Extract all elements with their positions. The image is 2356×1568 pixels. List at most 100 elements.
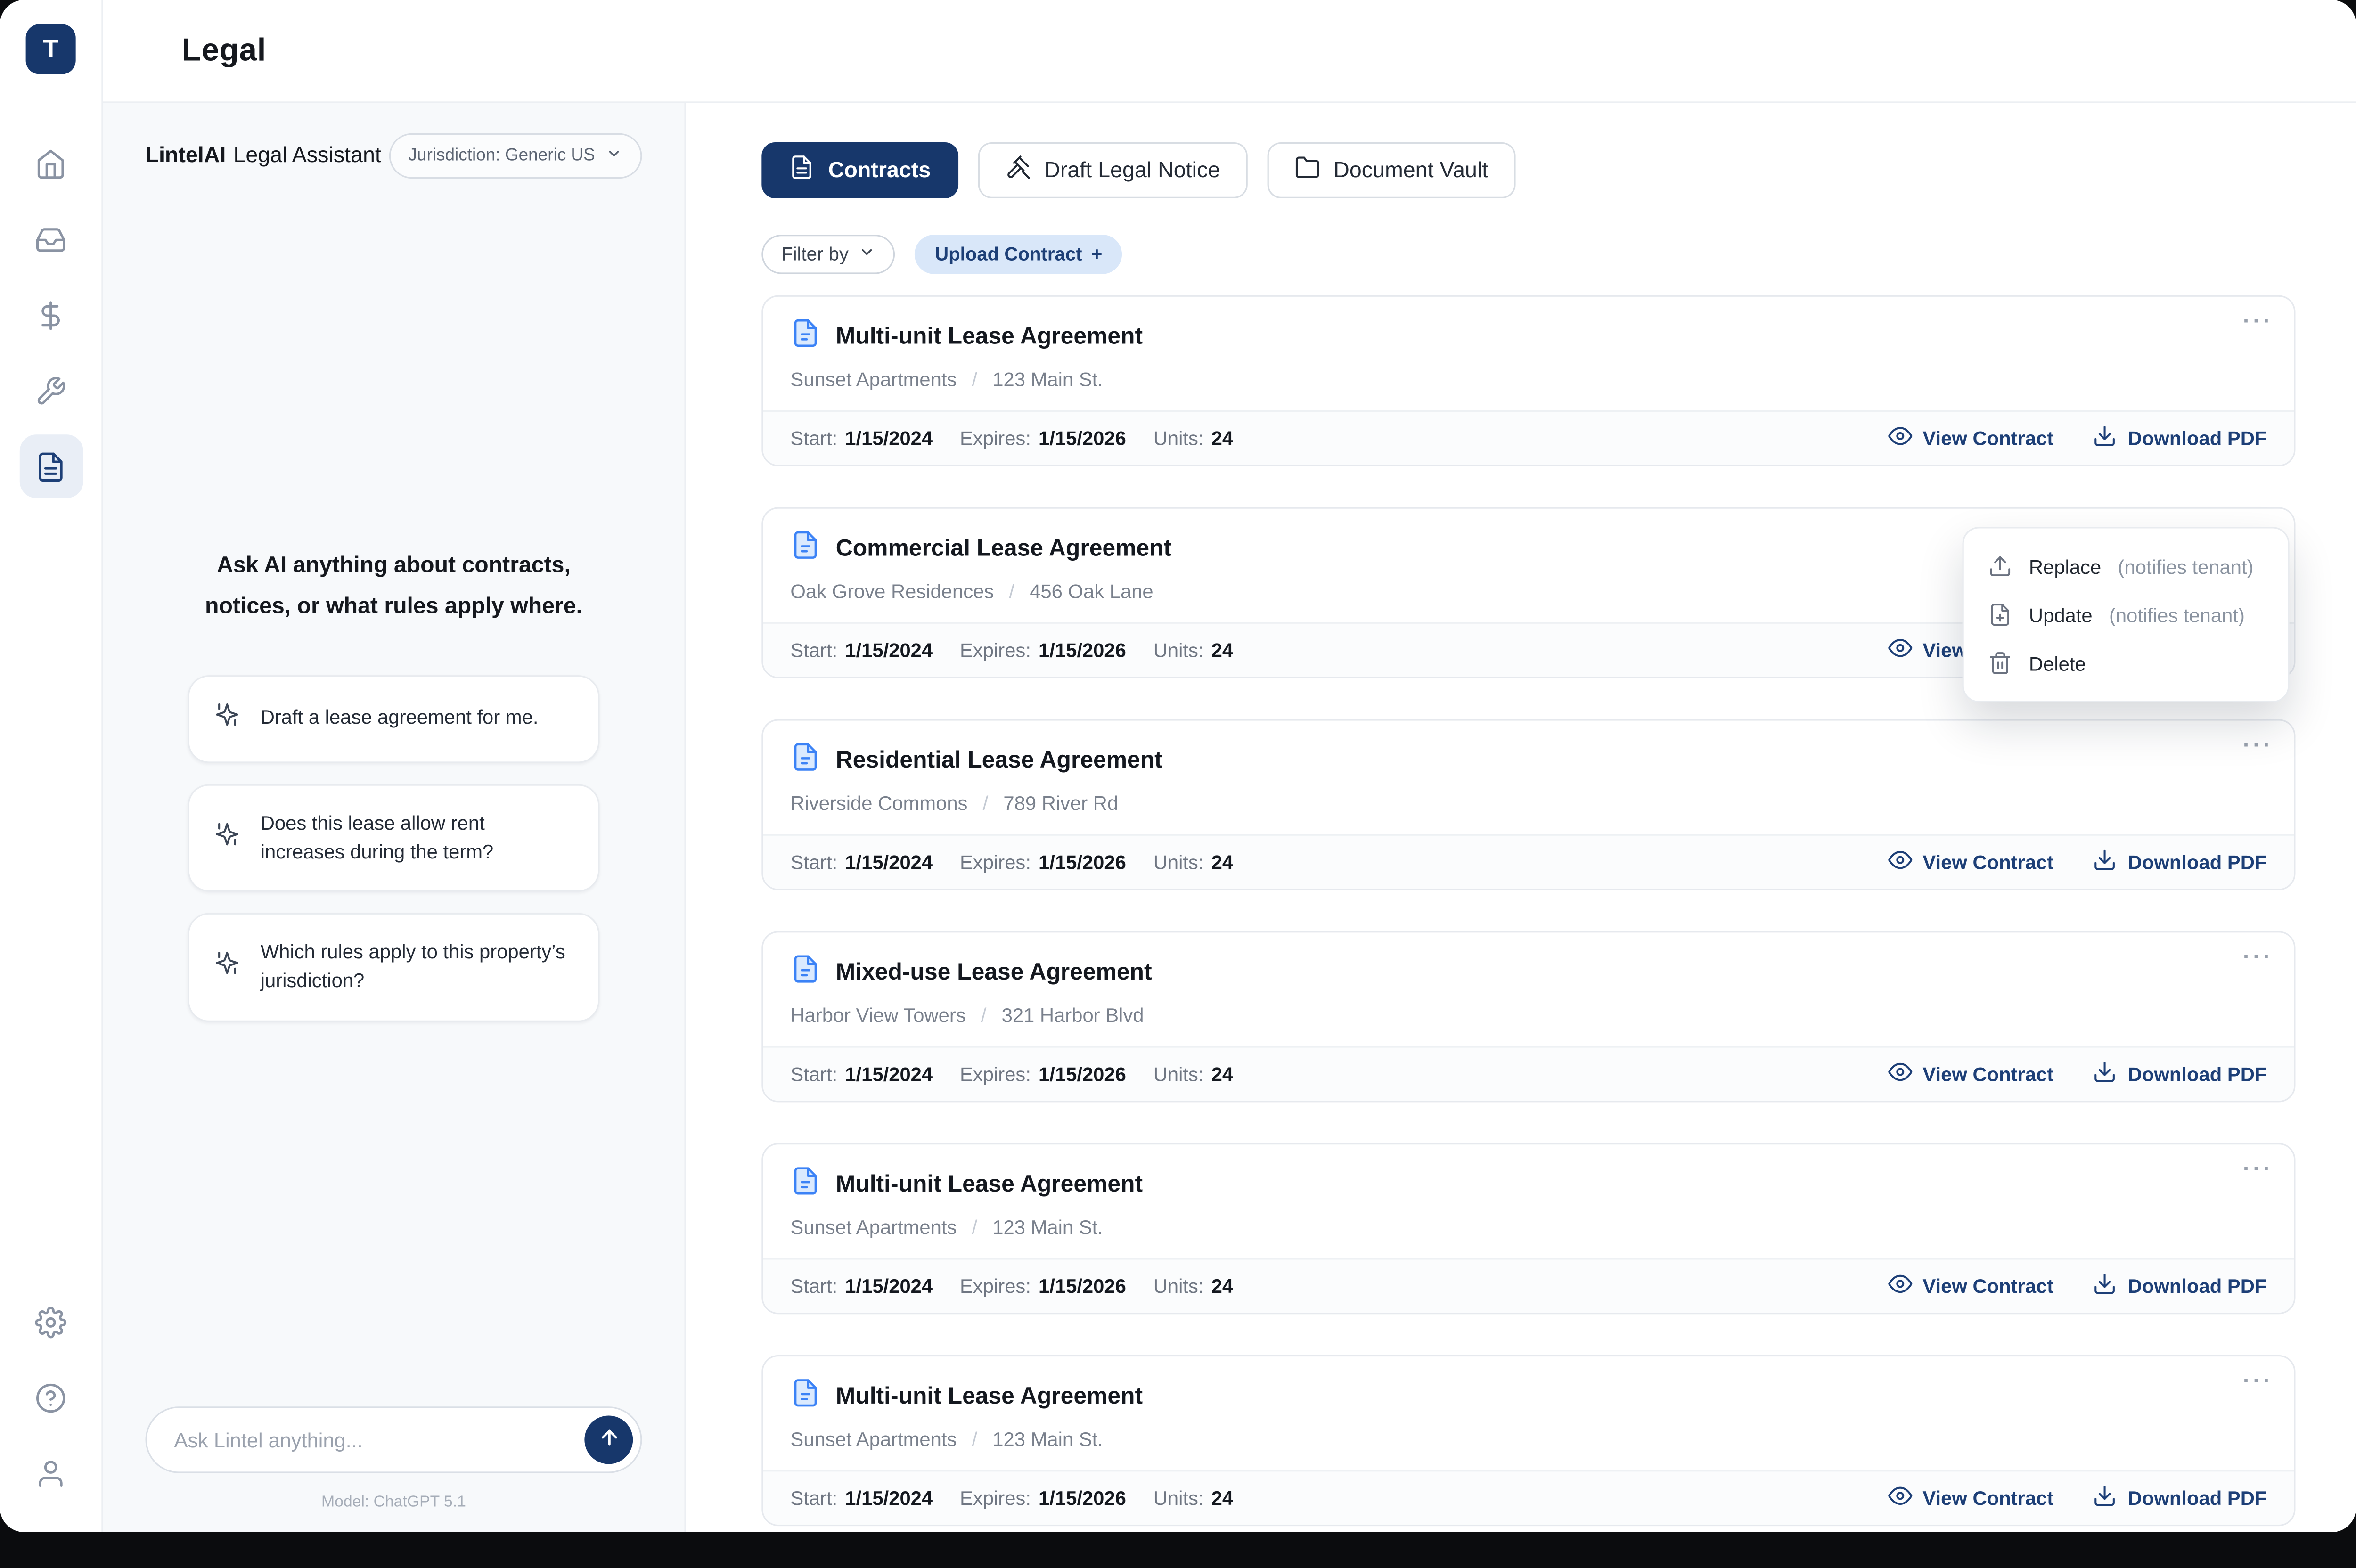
file-icon — [790, 742, 820, 780]
start-value: 1/15/2024 — [845, 1487, 933, 1510]
filter-by-dropdown[interactable]: Filter by — [761, 235, 895, 274]
contract-icon — [789, 155, 815, 186]
suggestion-card[interactable]: Does this lease allow rent increases dur… — [188, 784, 599, 892]
expires-value: 1/15/2026 — [1039, 1063, 1126, 1086]
contract-list: Multi-unit Lease Agreement Sunset Apartm… — [761, 295, 2295, 1526]
more-options-button[interactable]: ⋯ — [2241, 942, 2273, 972]
expires-label: Expires: — [960, 1275, 1031, 1298]
units-value: 24 — [1211, 639, 1233, 662]
more-options-button[interactable]: ⋯ — [2241, 730, 2273, 760]
jurisdiction-label: Jurisdiction: Generic US — [408, 147, 595, 165]
contract-title: Residential Lease Agreement — [836, 747, 1162, 775]
units-value: 24 — [1211, 1275, 1233, 1298]
expires-label: Expires: — [960, 851, 1031, 874]
menu-item-replace[interactable]: Replace (notifies tenant) — [1964, 542, 2288, 590]
rail-bottom — [19, 1290, 82, 1505]
eye-icon — [1888, 1272, 1912, 1300]
home-icon — [35, 147, 66, 179]
assistant-panel: LintelAI Legal Assistant Jurisdiction: G… — [103, 103, 686, 1532]
sidebar-item-inbox[interactable] — [19, 207, 82, 271]
jurisdiction-dropdown[interactable]: Jurisdiction: Generic US — [389, 133, 642, 179]
tab-label: Document Vault — [1333, 158, 1488, 182]
units-value: 24 — [1211, 427, 1233, 449]
inbox-icon — [35, 223, 66, 255]
download-pdf-button[interactable]: Download PDF — [2093, 848, 2267, 876]
menu-item-note: (notifies tenant) — [2109, 604, 2245, 626]
start-value: 1/15/2024 — [845, 851, 933, 874]
tab-label: Draft Legal Notice — [1044, 158, 1220, 182]
sparkles-icon — [213, 701, 241, 737]
download-icon — [2093, 1484, 2117, 1512]
sparkles-icon — [213, 820, 241, 857]
units-value: 24 — [1211, 1063, 1233, 1086]
sidebar-item-profile[interactable] — [19, 1441, 82, 1505]
units-label: Units: — [1153, 427, 1204, 449]
menu-item-update[interactable]: Update (notifies tenant) — [1964, 590, 2288, 639]
help-icon — [35, 1381, 66, 1413]
suggestion-list: Draft a lease agreement for me. Does thi… — [145, 675, 642, 1022]
separator: / — [972, 1216, 977, 1238]
view-contract-button[interactable]: View Contract — [1888, 1484, 2054, 1512]
contract-card: Mixed-use Lease Agreement Harbor View To… — [761, 931, 2295, 1102]
rail-nav — [19, 132, 82, 498]
start-label: Start: — [790, 1487, 837, 1510]
suggestion-card[interactable]: Which rules apply to this property’s jur… — [188, 914, 599, 1022]
view-contract-button[interactable]: View Contract — [1888, 848, 2054, 876]
contract-title: Multi-unit Lease Agreement — [836, 323, 1143, 351]
sidebar-item-maintenance[interactable] — [19, 359, 82, 423]
suggestion-text: Which rules apply to this property’s jur… — [261, 939, 574, 996]
eye-icon — [1888, 848, 1912, 876]
tab-draft-legal-notice[interactable]: Draft Legal Notice — [978, 142, 1247, 198]
eye-icon — [1888, 1060, 1912, 1088]
start-value: 1/15/2024 — [845, 639, 933, 662]
start-value: 1/15/2024 — [845, 1063, 933, 1086]
menu-item-delete[interactable]: Delete — [1964, 639, 2288, 687]
suggestion-text: Does this lease allow rent increases dur… — [261, 809, 574, 866]
dollar-icon — [35, 299, 66, 331]
contracts-toolbar: Filter by Upload Contract + — [761, 235, 2295, 274]
separator: / — [981, 1004, 987, 1026]
sidebar-item-home[interactable] — [19, 132, 82, 196]
suggestion-card[interactable]: Draft a lease agreement for me. — [188, 675, 599, 763]
expires-label: Expires: — [960, 427, 1031, 449]
sidebar-item-documents[interactable] — [19, 434, 82, 498]
sidebar-item-payments[interactable] — [19, 283, 82, 347]
download-icon — [2093, 1060, 2117, 1088]
sidebar-item-settings[interactable] — [19, 1290, 82, 1354]
sparkles-icon — [213, 950, 241, 986]
expires-label: Expires: — [960, 1487, 1031, 1510]
tab-document-vault[interactable]: Document Vault — [1267, 142, 1515, 198]
download-pdf-button[interactable]: Download PDF — [2093, 1060, 2267, 1088]
start-value: 1/15/2024 — [845, 427, 933, 449]
more-options-button[interactable]: ⋯ — [2241, 1154, 2273, 1184]
upload-contract-button[interactable]: Upload Contract + — [915, 235, 1122, 274]
view-contract-label: View Contract — [1922, 1275, 2053, 1298]
sidebar-item-help[interactable] — [19, 1365, 82, 1429]
view-contract-button[interactable]: View Contract — [1888, 1060, 2054, 1088]
download-pdf-button[interactable]: Download PDF — [2093, 424, 2267, 453]
view-contract-button[interactable]: View Contract — [1888, 424, 2054, 453]
tab-bar: Contracts Draft Legal Notice Document Va… — [761, 142, 2295, 198]
tab-contracts[interactable]: Contracts — [761, 142, 958, 198]
contract-card: Multi-unit Lease Agreement Sunset Apartm… — [761, 295, 2295, 466]
download-pdf-label: Download PDF — [2128, 1063, 2267, 1086]
units-value: 24 — [1211, 851, 1233, 874]
download-pdf-button[interactable]: Download PDF — [2093, 1272, 2267, 1300]
download-pdf-button[interactable]: Download PDF — [2093, 1484, 2267, 1512]
chevron-down-icon — [605, 145, 622, 166]
separator: / — [972, 368, 977, 391]
view-contract-button[interactable]: View Contract — [1888, 1272, 2054, 1300]
gear-icon — [35, 1306, 66, 1338]
more-options-button[interactable]: ⋯ — [2241, 1365, 2273, 1396]
assistant-input[interactable] — [145, 1406, 642, 1473]
separator: / — [983, 792, 989, 815]
menu-item-label: Replace — [2029, 555, 2101, 578]
contract-card: Residential Lease Agreement Riverside Co… — [761, 719, 2295, 890]
download-pdf-label: Download PDF — [2128, 427, 2267, 449]
send-button[interactable] — [584, 1415, 633, 1464]
top-header: Legal — [103, 0, 2356, 103]
view-contract-label: View Contract — [1922, 427, 2053, 449]
more-options-button[interactable]: ⋯ — [2241, 306, 2273, 336]
arrow-up-icon — [597, 1426, 620, 1454]
view-contract-label: View Contract — [1922, 1487, 2053, 1510]
